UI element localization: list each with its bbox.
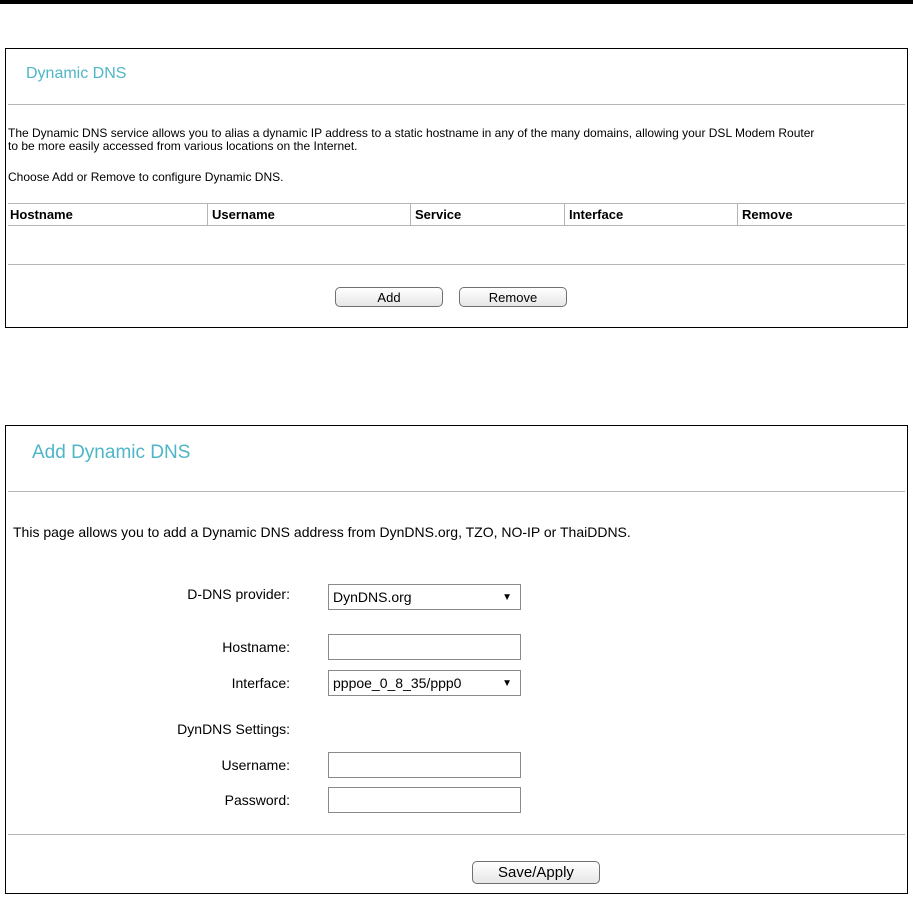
provider-label: D-DNS provider: — [187, 586, 290, 602]
provider-selected-value: DynDNS.org — [333, 589, 412, 605]
divider — [8, 104, 905, 105]
dyndns-settings-label: DynDNS Settings: — [177, 721, 290, 737]
dynamic-dns-panel: Dynamic DNS The Dynamic DNS service allo… — [5, 48, 908, 328]
panel-title: Dynamic DNS — [26, 65, 127, 82]
dropdown-arrow-icon: ▼ — [502, 592, 512, 603]
column-header-interface: Interface — [569, 207, 624, 222]
interface-label: Interface: — [231, 675, 290, 691]
panel-title: Add Dynamic DNS — [32, 442, 191, 463]
hostname-field[interactable] — [328, 634, 521, 660]
password-label: Password: — [224, 792, 290, 808]
username-label: Username: — [221, 757, 290, 773]
table-top-border — [8, 203, 905, 204]
username-field[interactable] — [328, 752, 521, 778]
instruction-text: Choose Add or Remove to configure Dynami… — [8, 170, 284, 184]
column-separator — [564, 203, 565, 225]
provider-select[interactable]: DynDNS.org ▼ — [328, 584, 521, 610]
hostname-label: Hostname: — [222, 639, 290, 655]
column-header-service: Service — [415, 207, 462, 222]
add-button[interactable]: Add — [335, 287, 443, 307]
column-separator — [410, 203, 411, 225]
interface-selected-value: pppoe_0_8_35/ppp0 — [333, 675, 462, 691]
top-border — [0, 0, 913, 4]
save-apply-button[interactable]: Save/Apply — [472, 861, 600, 884]
interface-select[interactable]: pppoe_0_8_35/ppp0 ▼ — [328, 670, 521, 696]
column-header-username: Username — [212, 207, 275, 222]
divider — [8, 491, 905, 492]
divider — [8, 264, 905, 265]
remove-button[interactable]: Remove — [459, 287, 567, 307]
table-header-bottom-border — [8, 225, 905, 226]
column-header-hostname: Hostname — [10, 207, 73, 222]
add-dynamic-dns-panel: Add Dynamic DNS This page allows you to … — [5, 425, 908, 894]
password-field[interactable] — [328, 787, 521, 813]
column-header-remove: Remove — [742, 207, 793, 222]
divider — [8, 834, 905, 835]
column-separator — [207, 203, 208, 225]
description-text: This page allows you to add a Dynamic DN… — [13, 524, 631, 540]
description-line-2: to be more easily accessed from various … — [8, 139, 358, 153]
dropdown-arrow-icon: ▼ — [502, 678, 512, 689]
column-separator — [737, 203, 738, 225]
